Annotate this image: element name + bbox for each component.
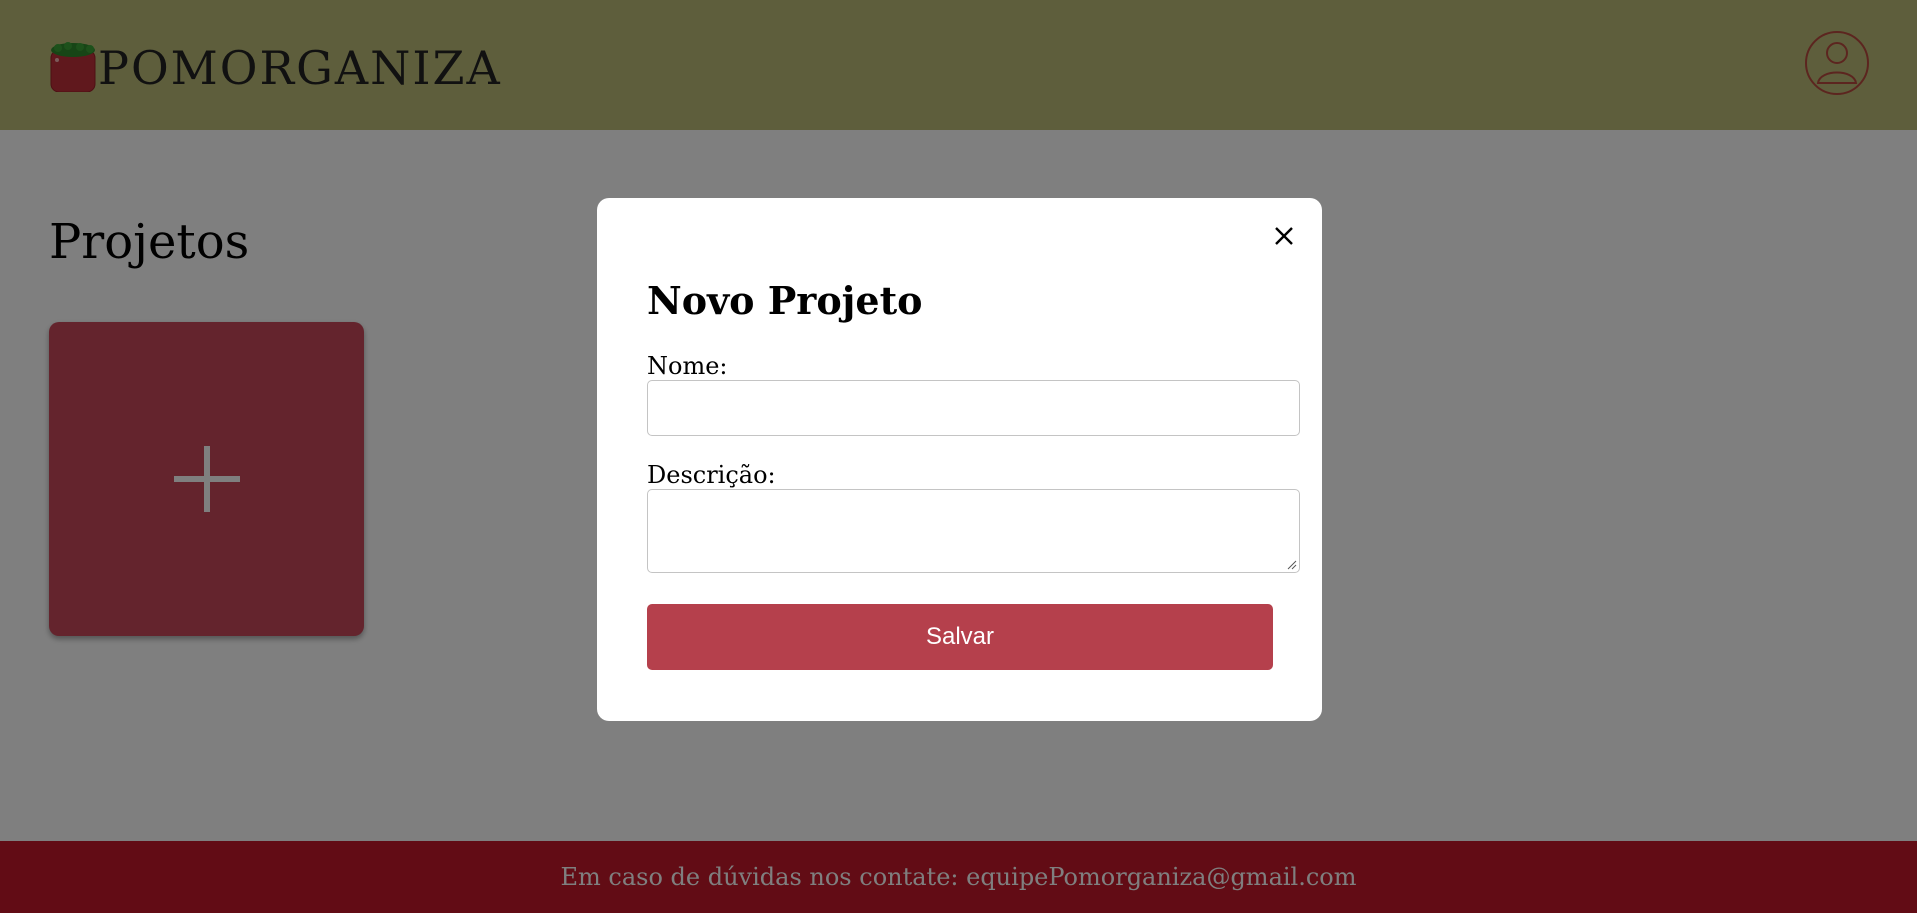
project-description-textarea[interactable]: [647, 489, 1300, 573]
save-project-button[interactable]: Salvar: [647, 604, 1273, 670]
description-field-label: Descrição:: [647, 461, 776, 489]
modal-title: Novo Projeto: [647, 278, 923, 323]
project-name-input[interactable]: [647, 380, 1300, 436]
close-modal-button[interactable]: [1272, 224, 1296, 248]
new-project-modal: Novo Projeto Nome: Descrição: Salvar: [597, 198, 1322, 721]
resize-handle-icon[interactable]: [1287, 560, 1297, 570]
name-field-label: Nome:: [647, 352, 728, 380]
close-icon: [1275, 227, 1293, 245]
